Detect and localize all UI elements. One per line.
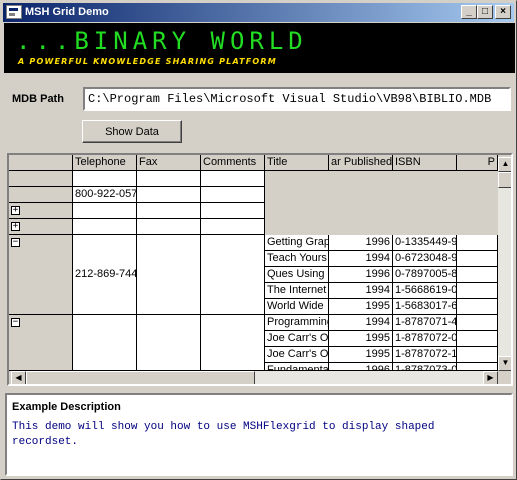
title-cell[interactable]: Getting Grap bbox=[265, 235, 329, 251]
maximize-button[interactable]: □ bbox=[477, 5, 493, 19]
banner-tagline: A POWERFUL KNOWLEDGE SHARING PLATFORM bbox=[18, 57, 277, 66]
grid-cell[interactable] bbox=[73, 219, 137, 235]
grid-cell[interactable] bbox=[201, 235, 265, 315]
description-body: This demo will show you how to use MSHFl… bbox=[12, 421, 435, 448]
title-cell[interactable]: Joe Carr's O bbox=[265, 347, 329, 363]
app-icon bbox=[6, 5, 22, 19]
year-cell[interactable]: 1994 bbox=[329, 315, 393, 331]
title-bar[interactable]: MSH Grid Demo _ □ × bbox=[3, 3, 514, 22]
grid-cell[interactable] bbox=[457, 299, 498, 315]
column-header-comments[interactable]: Comments bbox=[201, 155, 265, 171]
grid-cell[interactable] bbox=[201, 171, 265, 187]
grid-cell[interactable] bbox=[457, 251, 498, 267]
isbn-cell[interactable]: 0-6723048-9 bbox=[393, 251, 457, 267]
isbn-cell[interactable]: 1-8787073-0 bbox=[393, 363, 457, 371]
grid-cell[interactable] bbox=[137, 171, 201, 187]
grid-cell[interactable] bbox=[137, 315, 201, 371]
title-cell[interactable]: World Wide bbox=[265, 299, 329, 315]
grid-cell[interactable] bbox=[201, 187, 265, 203]
isbn-cell[interactable]: 0-1335449-9 bbox=[393, 235, 457, 251]
scrollbar-corner bbox=[498, 371, 511, 384]
title-cell[interactable]: Ques Using bbox=[265, 267, 329, 283]
year-cell[interactable]: 1996 bbox=[329, 363, 393, 371]
row-header bbox=[9, 187, 73, 203]
telephone-cell[interactable]: 212-869-744 bbox=[73, 235, 137, 315]
grid-cell[interactable] bbox=[137, 219, 201, 235]
title-cell[interactable]: Joe Carr's O bbox=[265, 331, 329, 347]
grid-cell[interactable] bbox=[201, 315, 265, 371]
collapse-icon[interactable]: − bbox=[11, 238, 20, 247]
isbn-cell[interactable]: 1-5668619-0 bbox=[393, 283, 457, 299]
grid-cell[interactable] bbox=[73, 315, 137, 371]
grid-cell[interactable] bbox=[457, 347, 498, 363]
telephone-cell[interactable]: 800-922-057 bbox=[73, 187, 137, 203]
grid-cell[interactable] bbox=[457, 331, 498, 347]
isbn-cell[interactable]: 1-8787072-1 bbox=[393, 347, 457, 363]
vertical-scroll-thumb[interactable] bbox=[498, 172, 511, 188]
scroll-up-icon[interactable]: ▲ bbox=[498, 157, 511, 172]
title-cell[interactable]: Teach Yours bbox=[265, 251, 329, 267]
isbn-cell[interactable]: 1-8787071-4 bbox=[393, 315, 457, 331]
column-header-publisher[interactable]: P bbox=[457, 155, 498, 171]
banner: ...BINARY WORLD A POWERFUL KNOWLEDGE SHA… bbox=[4, 23, 515, 73]
minimize-button[interactable]: _ bbox=[461, 5, 477, 19]
grid-cell[interactable] bbox=[137, 203, 201, 219]
grid-cell[interactable] bbox=[73, 203, 137, 219]
banner-title: ...BINARY WORLD bbox=[16, 27, 308, 55]
grid-cell[interactable] bbox=[457, 283, 498, 299]
row-header: + bbox=[9, 219, 73, 235]
column-header-isbn[interactable]: ISBN bbox=[393, 155, 457, 171]
close-button[interactable]: × bbox=[495, 5, 511, 19]
year-cell[interactable]: 1995 bbox=[329, 331, 393, 347]
year-cell[interactable]: 1995 bbox=[329, 347, 393, 363]
year-cell[interactable]: 1994 bbox=[329, 283, 393, 299]
description-panel: Example Description This demo will show … bbox=[5, 393, 513, 476]
expand-icon[interactable]: + bbox=[11, 206, 20, 215]
scroll-right-icon[interactable]: ▶ bbox=[483, 371, 498, 384]
row-header: − bbox=[9, 235, 73, 315]
grid-cell[interactable] bbox=[457, 235, 498, 251]
grid-cell[interactable] bbox=[457, 363, 498, 371]
column-header-fax[interactable]: Fax bbox=[137, 155, 201, 171]
year-cell[interactable]: 1996 bbox=[329, 235, 393, 251]
expand-icon[interactable]: + bbox=[11, 222, 20, 231]
year-cell[interactable]: 1995 bbox=[329, 299, 393, 315]
grid-cell[interactable] bbox=[137, 235, 201, 315]
isbn-cell[interactable]: 1-5683017-6 bbox=[393, 299, 457, 315]
grid-cell[interactable] bbox=[201, 203, 265, 219]
column-header-year-published[interactable]: ar Published bbox=[329, 155, 393, 171]
title-cell[interactable]: Fundamenta bbox=[265, 363, 329, 371]
collapse-icon[interactable]: − bbox=[11, 318, 20, 327]
row-header: + bbox=[9, 203, 73, 219]
title-cell[interactable]: Programming bbox=[265, 315, 329, 331]
isbn-cell[interactable]: 0-7897005-8 bbox=[393, 267, 457, 283]
vertical-scrollbar[interactable]: ▲ ▼ bbox=[498, 157, 511, 371]
scroll-left-icon[interactable]: ◀ bbox=[11, 371, 26, 384]
show-data-button[interactable]: Show Data bbox=[82, 120, 182, 143]
scroll-down-icon[interactable]: ▼ bbox=[498, 356, 511, 371]
grid-corner-header bbox=[9, 155, 73, 171]
mdb-path-label: MDB Path bbox=[12, 93, 64, 105]
grid-cell[interactable] bbox=[137, 187, 201, 203]
year-cell[interactable]: 1996 bbox=[329, 267, 393, 283]
row-header bbox=[9, 171, 73, 187]
hierarchical-flexgrid[interactable]: Telephone Fax Comments Title ar Publishe… bbox=[7, 153, 513, 386]
description-title: Example Description bbox=[12, 401, 121, 413]
isbn-cell[interactable]: 1-8787072-0 bbox=[393, 331, 457, 347]
mdb-path-input[interactable]: C:\Program Files\Microsoft Visual Studio… bbox=[83, 87, 511, 111]
grid-cell[interactable] bbox=[457, 315, 498, 331]
year-cell[interactable]: 1994 bbox=[329, 251, 393, 267]
horizontal-scroll-thumb[interactable] bbox=[26, 371, 255, 384]
window-title: MSH Grid Demo bbox=[25, 6, 109, 18]
column-header-telephone[interactable]: Telephone bbox=[73, 155, 137, 171]
horizontal-scrollbar[interactable]: ◀ ▶ bbox=[11, 371, 498, 384]
app-window: MSH Grid Demo _ □ × ...BINARY WORLD A PO… bbox=[0, 0, 517, 480]
row-header: − bbox=[9, 315, 73, 371]
column-header-title[interactable]: Title bbox=[265, 155, 329, 171]
grid-cell[interactable] bbox=[457, 267, 498, 283]
grid-cell[interactable] bbox=[73, 171, 137, 187]
grid-cell[interactable] bbox=[201, 219, 265, 235]
title-cell[interactable]: The Internet bbox=[265, 283, 329, 299]
